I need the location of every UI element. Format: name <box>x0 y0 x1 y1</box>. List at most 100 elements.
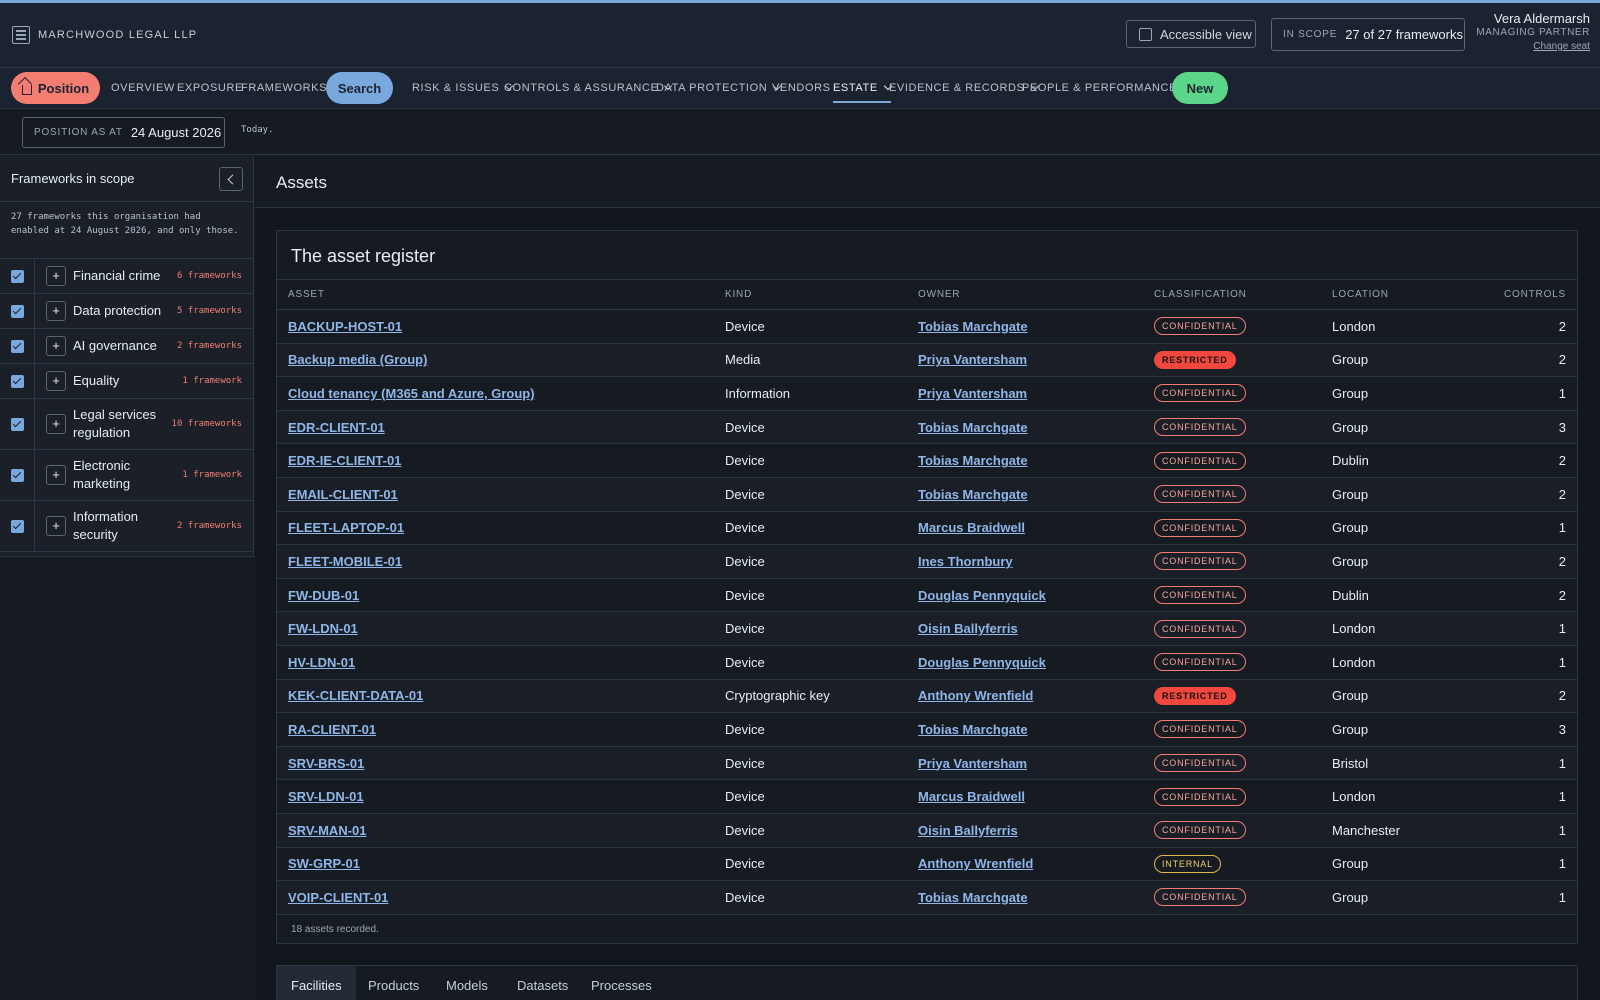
asset-link[interactable]: SRV-MAN-01 <box>288 823 367 838</box>
asset-link[interactable]: Cloud tenancy (M365 and Azure, Group) <box>288 386 535 401</box>
framework-row[interactable]: + Legal services regulation 10 frameworks <box>0 399 253 450</box>
owner-link[interactable]: Tobias Marchgate <box>918 722 1028 737</box>
nav-estate[interactable]: ESTATE <box>833 81 893 103</box>
tab-datasets[interactable]: Datasets <box>503 966 582 1000</box>
org-name: MARCHWOOD LEGAL LLP <box>38 29 198 41</box>
owner-link[interactable]: Ines Thornbury <box>918 554 1013 569</box>
expand-plus-icon[interactable]: + <box>46 301 66 321</box>
collapse-sidebar-button[interactable] <box>219 167 243 191</box>
framework-row[interactable]: + AI governance 2 frameworks <box>0 329 253 364</box>
checkbox-checked-icon[interactable] <box>11 519 24 533</box>
owner-link[interactable]: Douglas Pennyquick <box>918 655 1046 670</box>
expand-plus-icon[interactable]: + <box>46 414 66 434</box>
asset-link[interactable]: SW-GRP-01 <box>288 856 360 871</box>
location-cell: London <box>1321 779 1457 814</box>
asset-register-card: The asset register ASSET KIND OWNER CLASSIF… <box>276 230 1578 944</box>
asset-link[interactable]: SRV-BRS-01 <box>288 756 364 771</box>
nav-exposure[interactable]: EXPOSURE <box>177 82 243 94</box>
scope-selector[interactable]: IN SCOPE 27 of 27 frameworks <box>1271 18 1465 51</box>
asset-link[interactable]: Backup media (Group) <box>288 352 427 367</box>
owner-link[interactable]: Anthony Wrenfield <box>918 856 1033 871</box>
owner-link[interactable]: Oisin Ballyferris <box>918 621 1018 636</box>
scope-value: 27 of 27 frameworks <box>1345 27 1463 42</box>
position-button[interactable]: Position <box>11 72 100 104</box>
asset-link[interactable]: FLEET-LAPTOP-01 <box>288 520 404 535</box>
nav-frameworks[interactable]: FRAMEWORKS <box>241 82 327 94</box>
owner-link[interactable]: Douglas Pennyquick <box>918 588 1046 603</box>
owner-link[interactable]: Anthony Wrenfield <box>918 688 1033 703</box>
asset-link[interactable]: EDR-CLIENT-01 <box>288 420 385 435</box>
controls-cell: 1 <box>1457 611 1577 646</box>
framework-row[interactable]: + Equality 1 framework <box>0 364 253 399</box>
expand-plus-icon[interactable]: + <box>46 371 66 391</box>
owner-cell: Priya Vantersham <box>907 746 1143 781</box>
asset-link[interactable]: EDR-IE-CLIENT-01 <box>288 453 401 468</box>
checkbox-checked-icon[interactable] <box>11 339 24 353</box>
nav-risk-issues[interactable]: RISK & ISSUES <box>412 81 514 94</box>
location-cell: Group <box>1321 847 1457 882</box>
asset-link[interactable]: BACKUP-HOST-01 <box>288 319 402 334</box>
owner-link[interactable]: Tobias Marchgate <box>918 890 1028 905</box>
checkbox-checked-icon[interactable] <box>11 304 24 318</box>
change-seat-link[interactable]: Change seat <box>1476 41 1590 52</box>
card-title: The asset register <box>291 246 436 266</box>
expand-plus-icon[interactable]: + <box>46 516 66 536</box>
owner-link[interactable]: Tobias Marchgate <box>918 487 1028 502</box>
asset-link[interactable]: SRV-LDN-01 <box>288 789 364 804</box>
owner-link[interactable]: Tobias Marchgate <box>918 420 1028 435</box>
accessible-view-toggle[interactable]: Accessible view <box>1126 20 1256 48</box>
search-button[interactable]: Search <box>326 72 393 104</box>
asset-link[interactable]: VOIP-CLIENT-01 <box>288 890 388 905</box>
nav-vendors[interactable]: VENDORS <box>772 82 831 94</box>
asset-link[interactable]: EMAIL-CLIENT-01 <box>288 487 398 502</box>
kind-cell: Device <box>714 511 907 546</box>
asset-link[interactable]: FW-LDN-01 <box>288 621 358 636</box>
checkbox-checked-icon[interactable] <box>11 374 24 388</box>
checkbox-checked-icon[interactable] <box>11 468 24 482</box>
new-button[interactable]: New <box>1172 72 1228 104</box>
tab-models[interactable]: Models <box>432 966 502 1000</box>
asset-link[interactable]: FLEET-MOBILE-01 <box>288 554 402 569</box>
classification-cell: RESTRICTED <box>1143 679 1321 714</box>
owner-link[interactable]: Marcus Braidwell <box>918 789 1025 804</box>
owner-cell: Tobias Marchgate <box>907 712 1143 747</box>
nav-evidence-records[interactable]: EVIDENCE & RECORDS <box>889 81 1039 94</box>
tab-processes[interactable]: Processes <box>577 966 666 1000</box>
expand-plus-icon[interactable]: + <box>46 266 66 286</box>
asset-link[interactable]: HV-LDN-01 <box>288 655 355 670</box>
framework-row[interactable]: + Financial crime 6 frameworks <box>0 259 253 294</box>
accessible-view-label: Accessible view <box>1160 26 1252 42</box>
framework-row[interactable]: + Information security 2 frameworks <box>0 501 253 552</box>
owner-link[interactable]: Oisin Ballyferris <box>918 823 1018 838</box>
tab-products[interactable]: Products <box>354 966 433 1000</box>
owner-link[interactable]: Priya Vantersham <box>918 386 1027 401</box>
owner-link[interactable]: Marcus Braidwell <box>918 520 1025 535</box>
owner-link[interactable]: Priya Vantersham <box>918 756 1027 771</box>
framework-row[interactable]: + Data protection 5 frameworks <box>0 294 253 329</box>
checkbox-checked-icon[interactable] <box>11 417 24 431</box>
nav-people-performance[interactable]: PEOPLE & PERFORMANCE <box>1022 81 1192 94</box>
asset-link[interactable]: KEK-CLIENT-DATA-01 <box>288 688 423 703</box>
row-divider <box>34 450 35 500</box>
owner-cell: Ines Thornbury <box>907 544 1143 579</box>
classification-cell: CONFIDENTIAL <box>1143 779 1321 814</box>
tab-facilities[interactable]: Facilities <box>277 966 356 1000</box>
owner-link[interactable]: Tobias Marchgate <box>918 453 1028 468</box>
brand[interactable]: MARCHWOOD LEGAL LLP <box>12 26 197 44</box>
classification-cell: RESTRICTED <box>1143 343 1321 378</box>
checkbox-checked-icon[interactable] <box>11 269 24 283</box>
position-date-picker[interactable]: POSITION AS AT 24 August 2026 <box>22 117 225 148</box>
framework-row[interactable]: + Electronic marketing 1 framework <box>0 450 253 501</box>
expand-plus-icon[interactable]: + <box>46 465 66 485</box>
owner-link[interactable]: Tobias Marchgate <box>918 319 1028 334</box>
table-row: SRV-MAN-01 Device Oisin Ballyferris CONFIDE… <box>277 813 1577 848</box>
nav-evidence-label: EVIDENCE & RECORDS <box>889 82 1025 94</box>
asset-link[interactable]: FW-DUB-01 <box>288 588 359 603</box>
nav-data-protection[interactable]: DATA PROTECTION <box>656 81 782 94</box>
owner-link[interactable]: Priya Vantersham <box>918 352 1027 367</box>
sidebar-title: Frameworks in scope <box>11 171 135 186</box>
asset-link[interactable]: RA-CLIENT-01 <box>288 722 376 737</box>
expand-plus-icon[interactable]: + <box>46 336 66 356</box>
nav-overview[interactable]: OVERVIEW <box>111 82 175 94</box>
nav-controls-assurance[interactable]: CONTROLS & ASSURANCE <box>504 81 673 94</box>
